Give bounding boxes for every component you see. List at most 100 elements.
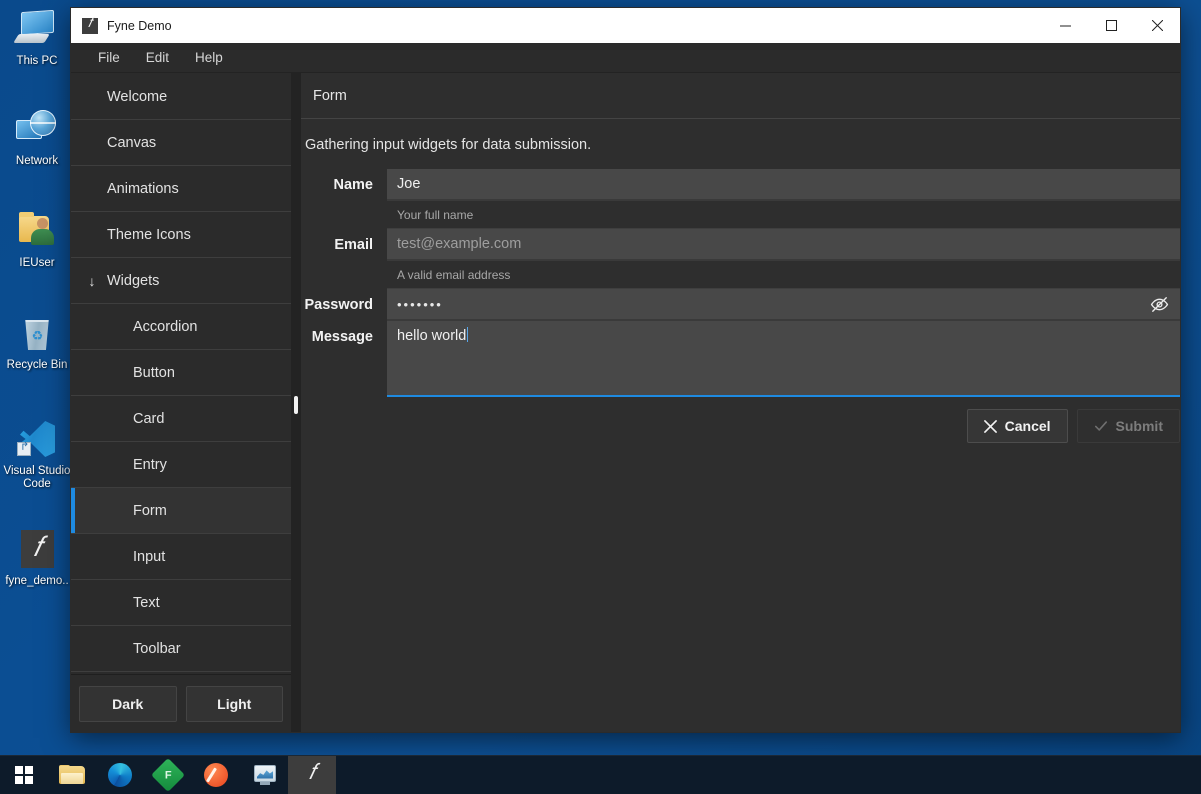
sidebar-item-label: Widgets: [107, 272, 160, 289]
monitor-chart-icon: [251, 764, 277, 786]
menu-edit[interactable]: Edit: [133, 46, 182, 69]
name-input[interactable]: Joe: [387, 169, 1180, 201]
close-icon: [1151, 20, 1163, 31]
sidebar-item-canvas[interactable]: Canvas: [71, 120, 291, 166]
close-button[interactable]: [1134, 8, 1180, 43]
recycle-bin-icon: ♻: [15, 312, 59, 356]
chevron-down-icon[interactable]: ↓: [81, 273, 103, 289]
this-pc-icon: [13, 8, 59, 52]
sidebar-item-label: Welcome: [107, 88, 168, 105]
window-body: Welcome Canvas Animations Theme Icons ↓ …: [71, 73, 1180, 732]
sidebar-item-button[interactable]: Button: [71, 350, 291, 396]
sidebar-item-animations[interactable]: Animations: [71, 166, 291, 212]
desktop-icon-this-pc[interactable]: This PC: [0, 8, 74, 68]
password-input[interactable]: •••••••: [387, 289, 1180, 321]
sidebar-item-label: Toolbar: [133, 640, 181, 657]
sidebar-item-accordion[interactable]: Accordion: [71, 304, 291, 350]
desktop-icon-recycle-bin[interactable]: ♻ Recycle Bin: [0, 312, 74, 372]
window-titlebar[interactable]: Fyne Demo: [71, 8, 1180, 43]
taskbar-file-explorer[interactable]: [48, 756, 96, 794]
menu-file[interactable]: File: [85, 46, 133, 69]
sidebar-tree: Welcome Canvas Animations Theme Icons ↓ …: [71, 73, 291, 674]
split-handle-grip[interactable]: [294, 396, 298, 414]
sidebar-item-label: Animations: [107, 180, 179, 197]
content-intro: Gathering input widgets for data submiss…: [305, 137, 592, 153]
fyne-demo-window: Fyne Demo File Edit Help Wel: [71, 8, 1180, 732]
menubar: File Edit Help: [71, 43, 1180, 73]
sidebar: Welcome Canvas Animations Theme Icons ↓ …: [71, 73, 291, 732]
taskbar-monitor-app[interactable]: [240, 756, 288, 794]
eye-off-icon[interactable]: [1148, 293, 1170, 315]
sidebar-item-widgets[interactable]: ↓ Widgets: [71, 258, 291, 304]
folder-icon: [59, 765, 85, 785]
name-label: Name: [333, 177, 374, 193]
sidebar-item-label: Canvas: [107, 134, 157, 151]
desktop-icon-label: IEUser: [19, 257, 55, 269]
fyne-app-icon: [82, 16, 98, 34]
desktop-icon-label: Recycle Bin: [6, 359, 68, 371]
desktop-icon-ieuser[interactable]: IEUser: [0, 210, 74, 270]
submit-button[interactable]: Submit: [1076, 409, 1180, 443]
sidebar-item-entry[interactable]: Entry: [71, 442, 291, 488]
sidebar-item-label: Button: [133, 364, 175, 381]
taskbar-green-diamond-app[interactable]: F: [144, 756, 192, 794]
form-hint-email-row: A valid email address: [301, 261, 1180, 289]
check-icon: [1094, 421, 1107, 431]
content-panel: Form Gathering input widgets for data su…: [301, 73, 1180, 732]
dark-theme-button[interactable]: Dark: [79, 685, 177, 722]
content-inner: Gathering input widgets for data submiss…: [301, 119, 1180, 732]
email-input[interactable]: test@example.com: [387, 229, 1180, 261]
taskbar: F: [0, 755, 1201, 794]
split-handle[interactable]: [291, 73, 301, 732]
sidebar-item-toolbar[interactable]: Toolbar: [71, 626, 291, 672]
sidebar-item-theme-icons[interactable]: Theme Icons: [71, 212, 291, 258]
form-row-name: Name Joe: [301, 169, 1180, 201]
password-masked-value: •••••••: [397, 296, 443, 312]
name-hint: Your full name: [387, 201, 1180, 229]
content-header: Form: [301, 73, 1180, 119]
edge-icon: [108, 763, 132, 787]
ieuser-folder-icon: [15, 210, 59, 254]
taskbar-fyne-demo-app[interactable]: [288, 755, 336, 794]
sidebar-item-input[interactable]: Input: [71, 534, 291, 580]
window-title: Fyne Demo: [107, 18, 172, 33]
maximize-button[interactable]: [1088, 8, 1134, 43]
desktop-icon-label: fyne_demo..: [5, 575, 69, 587]
form-hint-name-row: Your full name: [301, 201, 1180, 229]
desktop-icon-network[interactable]: Network: [0, 108, 74, 168]
sidebar-item-form[interactable]: Form: [71, 488, 291, 534]
minimize-button[interactable]: [1042, 8, 1088, 43]
text-caret: [467, 327, 469, 342]
desktop-icon-label: Visual Studio Code: [3, 465, 71, 490]
demo-form: Name Joe Your full name Email test@examp…: [301, 169, 1180, 443]
password-label: Password: [304, 297, 374, 313]
orange-circle-icon: [204, 763, 228, 787]
desktop-icon-label: Network: [15, 155, 59, 167]
email-label: Email: [334, 237, 373, 253]
form-row-password: Password •••••••: [301, 289, 1180, 321]
sidebar-item-label: Text: [133, 594, 160, 611]
form-actions: Cancel Submit: [301, 397, 1180, 443]
minimize-icon: [1059, 25, 1071, 27]
desktop-icon-fyne-demo[interactable]: fyne_demo..: [0, 528, 74, 588]
fyne-f-icon: [297, 759, 327, 790]
sidebar-item-card[interactable]: Card: [71, 396, 291, 442]
message-textarea[interactable]: hello world: [387, 321, 1180, 397]
cancel-button-label: Cancel: [1004, 418, 1051, 434]
desktop-icon-vscode[interactable]: Visual Studio Code: [0, 418, 74, 491]
taskbar-orange-circle-app[interactable]: [192, 756, 240, 794]
taskbar-microsoft-edge[interactable]: [96, 756, 144, 794]
start-button[interactable]: [0, 756, 48, 794]
windows-logo-icon: [15, 766, 33, 784]
cancel-button[interactable]: Cancel: [966, 409, 1068, 443]
message-value: hello world: [397, 328, 467, 344]
vscode-icon: [15, 418, 59, 462]
spacer-left: [301, 201, 387, 229]
light-theme-button[interactable]: Light: [185, 685, 283, 722]
maximize-icon: [1105, 20, 1117, 31]
email-hint: A valid email address: [387, 261, 1180, 289]
form-row-message: Message hello world: [301, 321, 1180, 397]
sidebar-item-text[interactable]: Text: [71, 580, 291, 626]
menu-help[interactable]: Help: [182, 46, 236, 69]
sidebar-item-welcome[interactable]: Welcome: [71, 74, 291, 120]
